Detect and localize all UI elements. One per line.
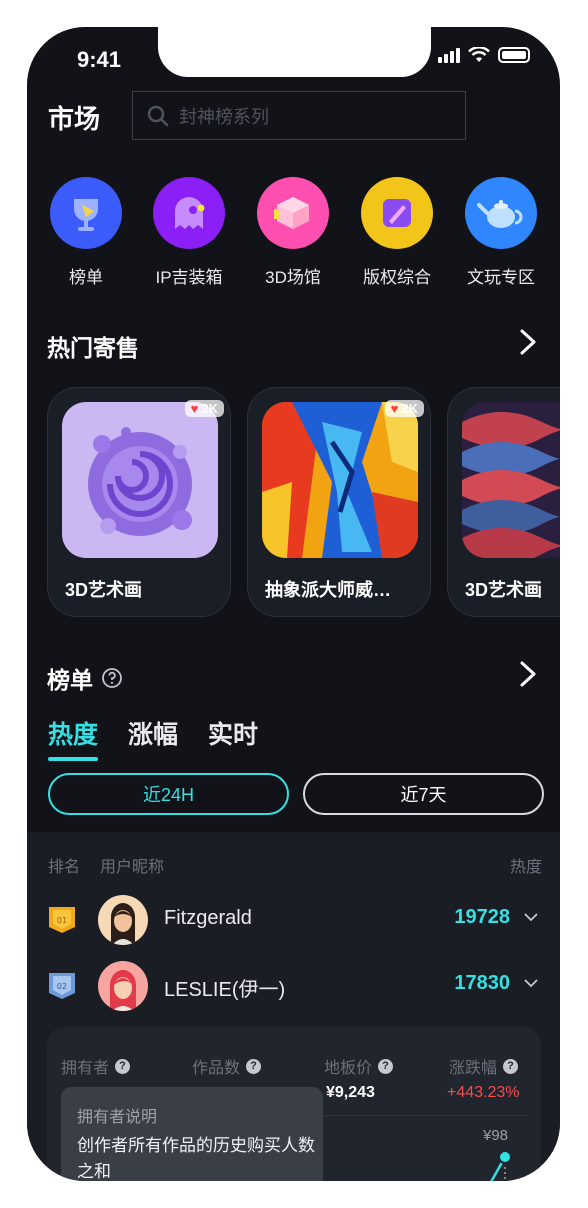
tooltip-title: 拥有者说明	[77, 1109, 158, 1126]
category-row: 榜单 IP吉装箱 3D场馆 版权综合 文玩专区	[27, 177, 560, 292]
artwork-title: 3D艺术画	[465, 580, 543, 600]
cube-icon	[257, 177, 329, 249]
tooltip-body: 创作者所有作品的历史购买人数之和	[77, 1136, 315, 1181]
svg-text:01: 01	[57, 916, 67, 925]
notch	[158, 27, 431, 77]
artwork-image	[62, 402, 218, 558]
signal-icon	[438, 47, 460, 63]
artwork-image	[262, 402, 418, 558]
avatar	[98, 961, 148, 1011]
column-heat: 热度	[509, 859, 542, 876]
battery-icon	[498, 47, 530, 63]
artwork-card[interactable]: 3D艺术画	[447, 387, 560, 617]
like-badge: ♥ 2K	[184, 400, 224, 417]
trophy-icon	[50, 177, 122, 249]
range-7d-button[interactable]: 近7天	[303, 773, 544, 815]
svg-text:02: 02	[57, 982, 67, 991]
status-icons	[438, 47, 530, 63]
owners-tooltip: 拥有者说明 创作者所有作品的历史购买人数之和	[61, 1087, 323, 1181]
phone-screen: 9:41 市场 封神榜系列 榜单 IP吉装箱 3D场馆 版权综合 文玩专区 热门…	[27, 27, 560, 1181]
works-label: 作品数	[192, 1060, 241, 1077]
help-icon[interactable]: ?	[378, 1058, 394, 1074]
artwork-card[interactable]: ♥ 2K 3D艺术画	[47, 387, 231, 617]
artwork-card[interactable]: ♥ 2K 抽象派大师威…	[247, 387, 431, 617]
search-input[interactable]: 封神榜系列	[132, 91, 466, 140]
change-header: 涨跌幅?	[449, 1054, 519, 1078]
artwork-title: 3D艺术画	[65, 580, 143, 600]
heart-icon: ♥	[190, 401, 199, 416]
heat-score: 19728	[454, 906, 510, 928]
heat-score: 17830	[454, 972, 510, 994]
artwork-image	[462, 402, 560, 558]
chevron-right-icon[interactable]	[517, 659, 539, 689]
category-ip-box[interactable]: IP吉装箱	[144, 177, 234, 288]
teapot-icon	[465, 177, 537, 249]
category-label: 榜单	[69, 268, 103, 287]
user-name: LESLIE(伊一)	[164, 979, 286, 1001]
pen-icon	[361, 177, 433, 249]
price-sparkline	[490, 1150, 512, 1181]
ghost-icon	[153, 177, 225, 249]
table-row[interactable]: 02 LESLIE(伊一) 17830	[27, 956, 560, 1016]
chevron-right-icon[interactable]	[517, 327, 539, 357]
tab-growth[interactable]: 涨幅	[128, 715, 178, 751]
category-3d-hall[interactable]: 3D场馆	[248, 177, 338, 288]
category-antiques[interactable]: 文玩专区	[456, 177, 546, 288]
column-rank: 排名	[48, 859, 81, 876]
divider	[317, 1115, 527, 1116]
floor-price-value: ¥9,243	[326, 1084, 375, 1101]
range-24h-button[interactable]: 近24H	[48, 773, 289, 815]
search-placeholder: 封神榜系列	[179, 106, 269, 127]
category-leaderboard[interactable]: 榜单	[41, 177, 131, 288]
leaderboard-header: 榜单	[47, 661, 123, 695]
owners-header: 拥有者?	[61, 1054, 131, 1078]
rank-badge: 01	[49, 907, 75, 933]
help-icon[interactable]	[101, 667, 123, 689]
category-label: 3D场馆	[265, 268, 321, 287]
tab-realtime[interactable]: 实时	[208, 715, 258, 751]
heart-icon: ♥	[390, 401, 399, 416]
page-title: 市场	[48, 104, 101, 134]
like-badge: ♥ 2K	[384, 400, 424, 417]
change-label: 涨跌幅	[449, 1060, 498, 1077]
help-icon[interactable]: ?	[115, 1058, 131, 1074]
floor-price-header: 地板价?	[324, 1054, 394, 1078]
column-nickname: 用户昵称	[100, 859, 165, 876]
leaderboard-tabs: 热度 涨幅 实时	[48, 715, 258, 761]
user-detail-panel: 拥有者? 作品数? 地板价? 涨跌幅? ¥9,243 +443.23% ¥98 …	[47, 1027, 541, 1181]
floor-price-label: 地板价	[324, 1060, 373, 1077]
works-header: 作品数?	[192, 1054, 262, 1078]
chevron-down-icon[interactable]	[524, 912, 538, 922]
avatar	[98, 895, 148, 945]
owners-label: 拥有者	[61, 1060, 110, 1077]
tab-heat[interactable]: 热度	[48, 715, 99, 761]
price-point-label: ¥98	[483, 1127, 509, 1144]
status-time: 9:41	[77, 47, 122, 72]
change-value: +443.23%	[447, 1084, 520, 1101]
table-row[interactable]: 01 Fitzgerald 19728	[27, 890, 560, 950]
hot-consign-carousel: ♥ 2K 3D艺术画 ♥ 2K 抽象派大师威… 3D艺术画	[27, 387, 560, 622]
search-icon	[147, 105, 169, 126]
user-name: Fitzgerald	[164, 907, 252, 929]
help-icon[interactable]: ?	[246, 1058, 262, 1074]
rank-badge: 02	[49, 973, 75, 999]
category-label: IP吉装箱	[155, 268, 223, 287]
wifi-icon	[468, 47, 490, 62]
hot-consign-title: 热门寄售	[47, 335, 139, 361]
category-label: 文玩专区	[467, 268, 535, 287]
help-icon[interactable]: ?	[503, 1058, 519, 1074]
like-count: 2K	[201, 401, 218, 416]
chevron-down-icon[interactable]	[524, 978, 538, 988]
category-copyright[interactable]: 版权综合	[352, 177, 442, 288]
like-count: 2K	[401, 401, 418, 416]
artwork-title: 抽象派大师威…	[265, 580, 391, 600]
category-label: 版权综合	[363, 268, 431, 287]
leaderboard-title: 榜单	[47, 667, 93, 693]
